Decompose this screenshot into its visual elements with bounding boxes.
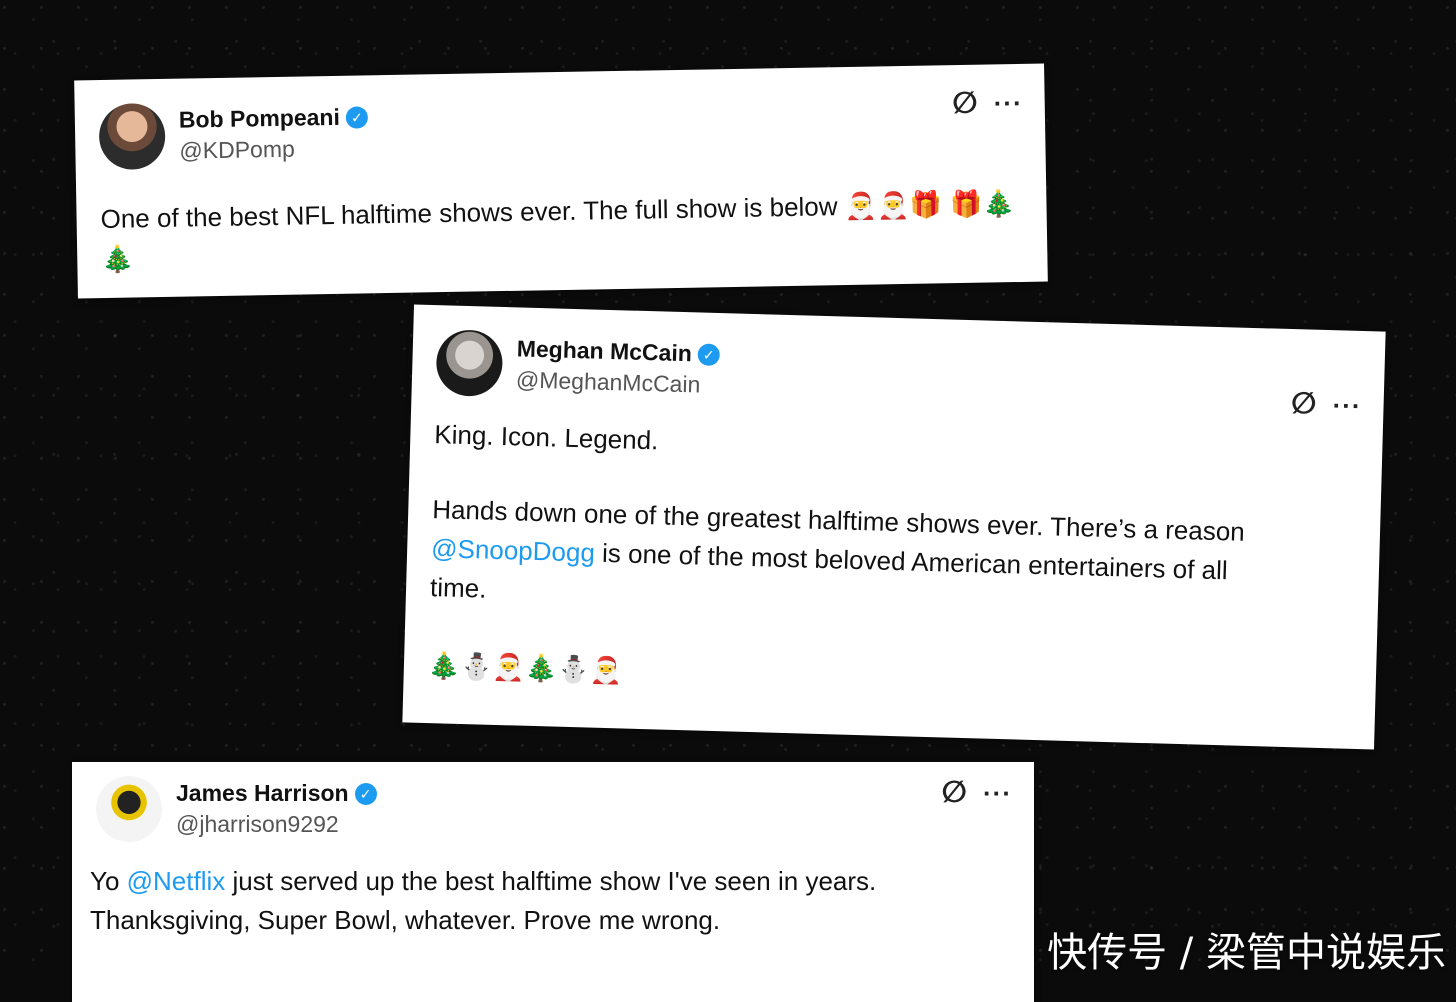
tweet-header: James Harrison ✓ @jharrison9292 <box>96 776 377 842</box>
tweet-actions: ∅ ··· <box>941 778 1012 808</box>
author-handle[interactable]: @jharrison9292 <box>176 811 377 838</box>
verified-badge-icon: ✓ <box>354 782 377 805</box>
verified-badge-icon: ✓ <box>345 105 369 129</box>
tweet-header: Meghan McCain ✓ @MeghanMcCain <box>435 329 721 403</box>
mention-link[interactable]: @SnoopDogg <box>431 533 596 568</box>
author-name[interactable]: Bob Pompeani <box>179 104 340 134</box>
tweet-text: King. Icon. Legend. Hands down one of th… <box>427 415 1364 712</box>
watermark-text: 快传号 / 梁管中说娱乐 <box>1047 930 1446 976</box>
tweet-line: Yo @Netflix just served up the best half… <box>90 862 1020 901</box>
more-icon[interactable]: ··· <box>1332 390 1362 421</box>
tweet-text: Yo @Netflix just served up the best half… <box>90 862 1020 940</box>
avatar[interactable] <box>98 102 166 171</box>
verified-badge-icon: ✓ <box>697 342 721 366</box>
tweet-body: One of the best NFL halftime shows ever.… <box>100 191 838 235</box>
grok-icon[interactable]: ∅ <box>1290 387 1317 421</box>
tweet-actions: ∅ ··· <box>952 87 1023 120</box>
author-name[interactable]: Meghan McCain <box>516 335 692 367</box>
tweet-actions: ∅ ··· <box>1290 387 1362 421</box>
tweet-line: Thanksgiving, Super Bowl, whatever. Prov… <box>90 905 721 935</box>
tweet-card-bob-pompeani: Bob Pompeani ✓ @KDPomp ∅ ··· One of the … <box>74 63 1048 299</box>
author-name[interactable]: James Harrison <box>176 780 349 807</box>
tweet-card-meghan-mccain: Meghan McCain ✓ @MeghanMcCain ∅ ··· King… <box>402 304 1386 750</box>
more-icon[interactable]: ··· <box>993 88 1023 119</box>
avatar[interactable] <box>435 329 504 397</box>
avatar[interactable] <box>96 776 162 842</box>
author-handle[interactable]: @KDPomp <box>179 134 368 164</box>
tweet-emojis: 🎄⛄🎅🎄⛄🎅 <box>427 651 623 687</box>
tweet-line-pre: Yo <box>90 866 127 896</box>
grok-icon[interactable]: ∅ <box>941 778 967 808</box>
tweet-text: One of the best NFL halftime shows ever.… <box>100 184 1031 280</box>
tweet-line-rest: just served up the best halftime show I'… <box>225 866 877 896</box>
grok-icon[interactable]: ∅ <box>952 87 978 120</box>
author-handle[interactable]: @MeghanMcCain <box>516 366 720 399</box>
tweet-card-james-harrison: James Harrison ✓ @jharrison9292 ∅ ··· Yo… <box>72 762 1034 1002</box>
tweet-line: King. Icon. Legend. <box>433 419 659 456</box>
more-icon[interactable]: ··· <box>983 780 1012 806</box>
tweet-header: Bob Pompeani ✓ @KDPomp <box>98 99 369 171</box>
mention-link[interactable]: @Netflix <box>127 866 226 896</box>
